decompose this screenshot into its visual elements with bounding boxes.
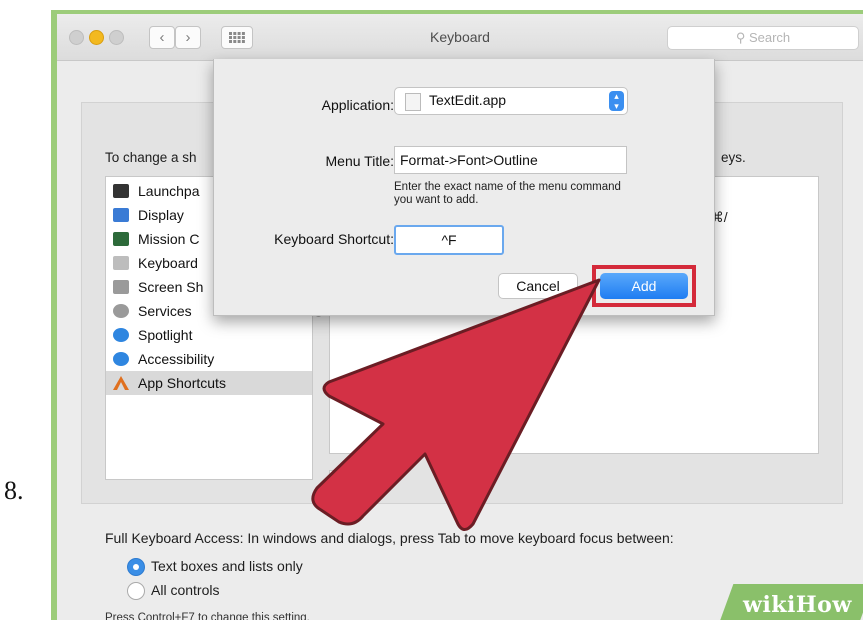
- screenshot-frame: ‹ › Keyboard ⚲ Search To change a sh eys…: [51, 10, 863, 620]
- wikihow-logo: wikiHow: [743, 592, 852, 618]
- step-number: 8.: [4, 476, 24, 505]
- pointer-arrow-icon: [311, 278, 601, 531]
